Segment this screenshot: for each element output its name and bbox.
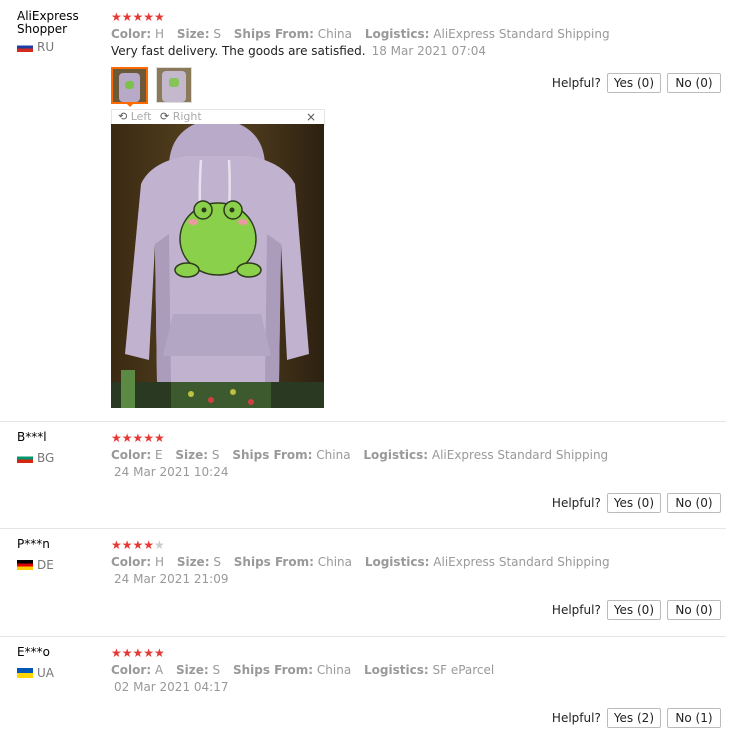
photo-thumbnail[interactable]: [156, 67, 192, 103]
country-code: RU: [37, 40, 55, 54]
reviewer-info: P***n DE: [17, 538, 102, 572]
active-thumbnail-indicator: [125, 102, 135, 107]
helpful-label: Helpful?: [551, 76, 601, 90]
order-attributes: Color: A Size: S Ships From: China Logis…: [111, 663, 495, 677]
helpful-label: Helpful?: [551, 711, 601, 725]
reviewer-name: AliExpress Shopper: [17, 9, 79, 36]
helpful-label: Helpful?: [551, 496, 601, 510]
size-value: S: [213, 555, 221, 569]
helpful-no-button[interactable]: No (0): [667, 493, 721, 513]
rotate-left-icon: ⟲: [118, 110, 128, 123]
rotate-right-icon: ⟳: [160, 110, 170, 123]
ships-from-value: China: [316, 448, 351, 462]
reviewer-info: B***l BG: [17, 431, 102, 465]
divider: [0, 528, 726, 529]
review-date: 24 Mar 2021 21:09: [114, 572, 229, 586]
color-value: A: [154, 663, 164, 677]
rotate-right-button[interactable]: ⟳ Right: [160, 110, 202, 124]
rotate-left-button[interactable]: ⟲ Left: [118, 110, 151, 124]
helpful-votes: Helpful? Yes (2) No (1): [552, 708, 721, 728]
color-value: E: [154, 448, 163, 462]
logistics-value: AliExpress Standard Shipping: [433, 27, 610, 41]
logistics-value: AliExpress Standard Shipping: [433, 555, 610, 569]
review-content: ★★★★★ Color: H Size: S Ships From: China…: [111, 538, 752, 586]
helpful-votes: Helpful? Yes (0) No (0): [552, 600, 721, 620]
star-rating: ★★★★★: [111, 646, 165, 660]
ships-from-value: China: [316, 663, 352, 677]
helpful-votes: Helpful? Yes (0) No (0): [552, 73, 721, 93]
star-rating: ★★★★★: [111, 538, 165, 552]
reviewer-name: P***n: [17, 537, 50, 551]
helpful-yes-button[interactable]: Yes (0): [606, 73, 661, 93]
close-icon[interactable]: ×: [306, 110, 316, 124]
flag-icon: [17, 453, 33, 463]
reviewer-country: UA: [17, 666, 102, 680]
helpful-label: Helpful?: [551, 603, 601, 617]
star-rating: ★★★★★: [111, 10, 165, 24]
ships-from-value: China: [317, 27, 352, 41]
helpful-no-button[interactable]: No (1): [667, 708, 721, 728]
helpful-yes-button[interactable]: Yes (0): [606, 493, 661, 513]
color-value: H: [154, 555, 164, 569]
helpful-yes-button[interactable]: Yes (0): [606, 600, 661, 620]
flag-icon: [17, 668, 33, 678]
review-content: ★★★★★ Color: E Size: S Ships From: China…: [111, 431, 752, 479]
country-code: BG: [37, 451, 55, 465]
flag-icon: [17, 560, 33, 570]
ships-from-value: China: [317, 555, 352, 569]
reviewer-name: E***o: [17, 645, 50, 659]
star-rating: ★★★★★: [111, 431, 165, 445]
helpful-no-button[interactable]: No (0): [667, 73, 721, 93]
order-attributes: Color: H Size: S Ships From: China Logis…: [111, 27, 610, 41]
size-value: S: [213, 27, 221, 41]
reviewer-country: BG: [17, 451, 102, 465]
photo-thumbnail[interactable]: [111, 67, 148, 104]
country-code: UA: [37, 666, 54, 680]
reviewer-country: DE: [17, 558, 102, 572]
review-content: ★★★★★ Color: A Size: S Ships From: China…: [111, 646, 752, 694]
review-date: 02 Mar 2021 04:17: [114, 680, 229, 694]
logistics-value: AliExpress Standard Shipping: [431, 448, 609, 462]
reviewer-info: AliExpress Shopper RU: [17, 10, 102, 54]
size-value: S: [212, 663, 221, 677]
review-date: 18 Mar 2021 07:04: [371, 44, 487, 58]
review-content: ★★★★★ Color: H Size: S Ships From: China…: [111, 10, 752, 58]
logistics-value: SF eParcel: [432, 663, 495, 677]
divider: [0, 421, 726, 422]
helpful-yes-button[interactable]: Yes (2): [606, 708, 661, 728]
review-date: 24 Mar 2021 10:24: [114, 465, 229, 479]
review-photo-thumbnails: [111, 67, 200, 104]
review-photo-large: [111, 124, 324, 408]
flag-icon: [17, 42, 33, 52]
review-text: Very fast delivery. The goods are satisf…: [111, 44, 487, 58]
reviewer-country: RU: [17, 40, 102, 54]
order-attributes: Color: E Size: S Ships From: China Logis…: [111, 448, 609, 462]
color-value: H: [154, 27, 164, 41]
divider: [0, 636, 726, 637]
country-code: DE: [37, 558, 54, 572]
order-attributes: Color: H Size: S Ships From: China Logis…: [111, 555, 610, 569]
reviewer-info: E***o UA: [17, 646, 102, 680]
size-value: S: [211, 448, 220, 462]
reviewer-name: B***l: [17, 430, 47, 444]
helpful-votes: Helpful? Yes (0) No (0): [552, 493, 721, 513]
helpful-no-button[interactable]: No (0): [667, 600, 721, 620]
